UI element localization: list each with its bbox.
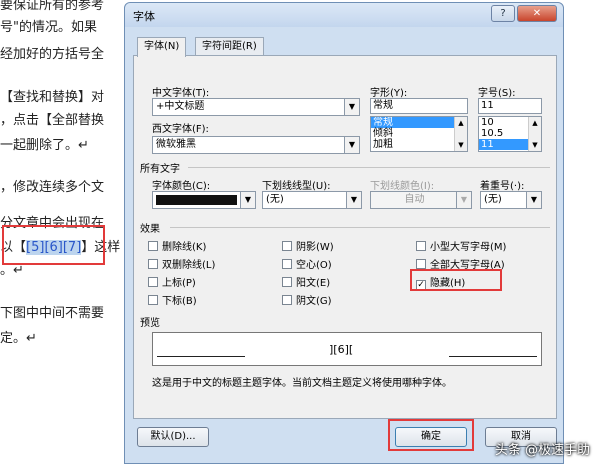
- preview-sample: ][6][: [329, 343, 354, 356]
- underline-style-label: 下划线线型(U):: [262, 181, 331, 192]
- chinese-font-value: +中文标题: [156, 101, 205, 112]
- scroll-down-icon[interactable]: ▼: [529, 141, 541, 149]
- engrave-checkbox[interactable]: 阴文(G): [282, 292, 332, 307]
- checkbox-box[interactable]: [148, 241, 158, 251]
- font-tab-panel: 中文字体(T): +中文标题 ▼ 西文字体(F): 微软雅黑 ▼ 字形(Y): …: [133, 55, 557, 419]
- doc-line: 定。↵: [0, 331, 37, 346]
- preview-title: 预览: [140, 318, 160, 329]
- default-button[interactable]: 默认(D)...: [137, 427, 209, 447]
- scrollbar[interactable]: ▲ ▼: [454, 117, 467, 151]
- doc-line: ，修改连续多个文: [0, 180, 105, 195]
- checkbox-box[interactable]: [282, 277, 292, 287]
- list-item[interactable]: 倾斜: [371, 128, 467, 139]
- style-list[interactable]: 常规 倾斜 加粗 ▲ ▼: [370, 116, 468, 152]
- size-list[interactable]: 10 10.5 11 ▲ ▼: [478, 116, 542, 152]
- checkbox-label: 阴影(W): [296, 242, 334, 253]
- size-input[interactable]: 11: [478, 98, 542, 114]
- western-font-select[interactable]: 微软雅黑 ▼: [152, 136, 360, 154]
- chevron-down-icon[interactable]: ▼: [344, 99, 359, 115]
- doc-line: 经加好的方括号全: [0, 47, 105, 62]
- underline-style-select[interactable]: (无) ▼: [262, 191, 362, 209]
- checkbox-box[interactable]: [282, 241, 292, 251]
- watermark: 头条 @极速手助: [494, 443, 590, 458]
- doc-line: 下图中中间不需要: [0, 306, 105, 321]
- close-button[interactable]: ✕: [517, 5, 557, 22]
- checkbox-label: 下标(B): [162, 296, 197, 307]
- size-label: 字号(S):: [478, 88, 516, 99]
- checkbox-box[interactable]: [148, 259, 158, 269]
- superscript-checkbox[interactable]: 上标(P): [148, 274, 196, 289]
- doc-line: ，点击【全部替换: [0, 113, 105, 128]
- doc-line: 号"的情况。如果: [0, 20, 97, 35]
- chevron-down-icon[interactable]: ▼: [344, 137, 359, 153]
- underline-color-select[interactable]: 自动 ▼: [370, 191, 472, 209]
- color-swatch: [156, 195, 237, 205]
- tab-font[interactable]: 字体(N): [137, 37, 187, 57]
- checkbox-box[interactable]: [148, 277, 158, 287]
- checkbox-label: 阴文(G): [296, 296, 332, 307]
- western-font-label: 西文字体(F):: [152, 124, 209, 135]
- style-label: 字形(Y):: [370, 88, 408, 99]
- preview-note: 这是用于中文的标题主题字体。当前文档主题定义将使用哪种字体。: [152, 378, 452, 389]
- western-font-value: 微软雅黑: [156, 139, 196, 150]
- double-strikethrough-checkbox[interactable]: 双删除线(L): [148, 256, 215, 271]
- checkbox-label: 阳文(E): [296, 278, 331, 289]
- font-dialog: 字体 ? ✕ 字体(N) 字符间距(R) 中文字体(T): +中文标题 ▼ 西文…: [124, 2, 564, 464]
- emphasis-label: 着重号(·):: [480, 181, 525, 192]
- strikethrough-checkbox[interactable]: 删除线(K): [148, 238, 206, 253]
- highlight-box-example: [2, 225, 105, 265]
- checkbox-box[interactable]: [416, 241, 426, 251]
- checkbox-box[interactable]: [282, 259, 292, 269]
- outline-checkbox[interactable]: 空心(O): [282, 256, 332, 271]
- checkbox-box[interactable]: [282, 295, 292, 305]
- small-caps-checkbox[interactable]: 小型大写字母(M): [416, 238, 506, 253]
- tab-character-spacing[interactable]: 字符间距(R): [195, 37, 264, 56]
- dialog-title: 字体: [133, 10, 155, 23]
- doc-line: 要保证所有的参考: [0, 0, 105, 13]
- shadow-checkbox[interactable]: 阴影(W): [282, 238, 334, 253]
- highlight-box-ok: [388, 419, 474, 451]
- scrollbar[interactable]: ▲ ▼: [528, 117, 541, 151]
- checkbox-box[interactable]: [148, 295, 158, 305]
- chevron-down-icon[interactable]: ▼: [526, 192, 541, 208]
- font-color-label: 字体颜色(C):: [152, 181, 211, 192]
- checkbox-label: 小型大写字母(M): [430, 242, 507, 253]
- checkbox-label: 空心(O): [296, 260, 332, 271]
- underline-color-value: 自动: [404, 194, 425, 205]
- scroll-up-icon[interactable]: ▲: [529, 119, 541, 127]
- doc-line: 一起删除了。↵: [0, 138, 89, 153]
- subscript-checkbox[interactable]: 下标(B): [148, 292, 197, 307]
- list-item[interactable]: 常规: [371, 117, 467, 128]
- all-text-title: 所有文字: [140, 164, 180, 175]
- chinese-font-select[interactable]: +中文标题 ▼: [152, 98, 360, 116]
- checkbox-label: 上标(P): [162, 278, 196, 289]
- preview-line-right: [449, 356, 537, 357]
- effects-title: 效果: [140, 224, 160, 235]
- checkbox-label: 删除线(K): [162, 242, 207, 253]
- highlight-box-hidden: [410, 269, 502, 291]
- chevron-down-icon[interactable]: ▼: [456, 192, 471, 208]
- scroll-down-icon[interactable]: ▼: [455, 141, 467, 149]
- underline-color-label: 下划线颜色(I):: [370, 181, 435, 192]
- style-input[interactable]: 常规: [370, 98, 468, 114]
- list-item[interactable]: 加粗: [371, 139, 467, 150]
- chevron-down-icon[interactable]: ▼: [240, 192, 255, 208]
- checkbox-box[interactable]: [416, 259, 426, 269]
- emboss-checkbox[interactable]: 阳文(E): [282, 274, 330, 289]
- preview-line-left: [157, 356, 245, 357]
- divider: [170, 227, 550, 228]
- chinese-font-label: 中文字体(T):: [152, 88, 210, 99]
- checkbox-label: 双删除线(L): [162, 260, 216, 271]
- font-color-picker[interactable]: ▼: [152, 191, 256, 209]
- divider: [188, 167, 550, 168]
- emphasis-select[interactable]: (无) ▼: [480, 191, 542, 209]
- underline-style-value: (无): [266, 194, 284, 205]
- scroll-up-icon[interactable]: ▲: [455, 119, 467, 127]
- preview-box: ][6][: [152, 332, 542, 366]
- help-button[interactable]: ?: [491, 5, 515, 22]
- emphasis-value: (无): [484, 194, 502, 205]
- chevron-down-icon[interactable]: ▼: [346, 192, 361, 208]
- dialog-titlebar[interactable]: 字体 ? ✕: [125, 3, 563, 27]
- doc-line: 【查找和替换】对: [0, 90, 105, 105]
